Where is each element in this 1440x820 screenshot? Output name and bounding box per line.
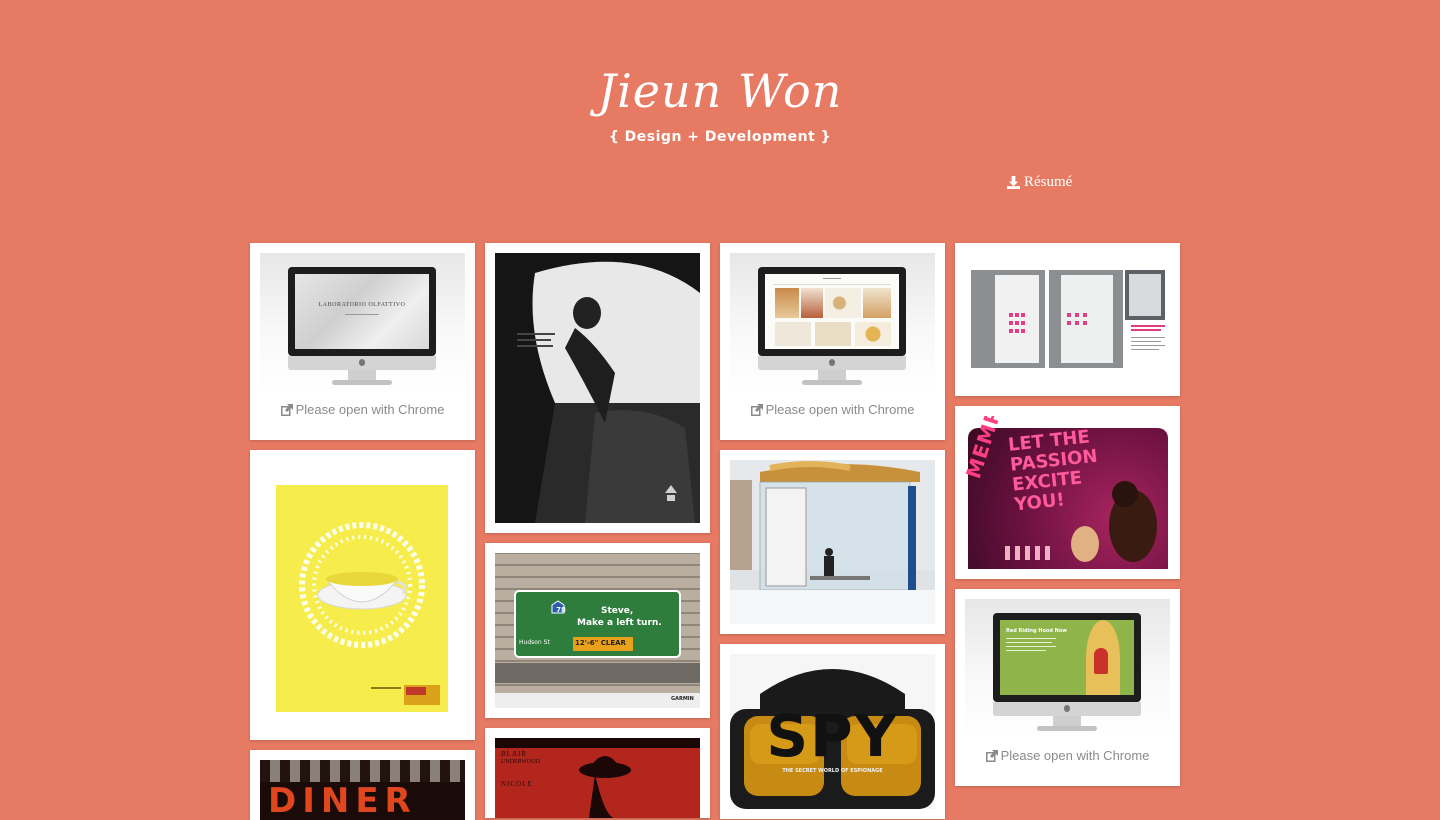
site-subtitle: { Design + Development } <box>608 129 832 145</box>
portfolio-card-red-riding-hood[interactable]: Red Riding Hood Now Please open with Chr… <box>955 589 1180 786</box>
imac-mockup-image: Red Riding Hood Now <box>965 599 1170 739</box>
tea-cup-poster-image <box>276 485 448 712</box>
screen-title-text: LABORATORIO OLFATTIVO <box>318 302 406 308</box>
sign-line-2: Make a left turn. <box>577 618 662 628</box>
spy-headline: SPY <box>766 702 899 770</box>
portfolio-card-blair-underwood[interactable]: BLAIR UNDERWOOD NICOLE <box>485 728 710 818</box>
portfolio-card-editorial[interactable] <box>955 243 1180 396</box>
street-text: Hudson St <box>519 639 550 646</box>
diner-headline: DINER <box>268 781 417 820</box>
chrome-note[interactable]: Please open with Chrome <box>955 748 1180 763</box>
poster-line-1: BLAIR <box>501 750 527 758</box>
screen-title-text: Red Riding Hood Now <box>1006 628 1067 634</box>
portfolio-card-garmin[interactable]: 78 Steve, Make a left turn. 12'-6" CLEAR… <box>485 543 710 718</box>
diner-poster-image: DINER <box>260 760 465 820</box>
resume-label: Résumé <box>1024 174 1073 190</box>
site-title: Jieun Won <box>597 64 843 118</box>
chrome-note[interactable]: Please open with Chrome <box>250 402 475 417</box>
chrome-note-label: Please open with Chrome <box>295 402 445 417</box>
garmin-billboard-image: 78 Steve, Make a left turn. 12'-6" CLEAR… <box>495 553 700 708</box>
site-header: Jieun Won { Design + Development } Résum… <box>0 0 1440 240</box>
chrome-note[interactable]: Please open with Chrome <box>720 402 945 417</box>
sign-line-1: Steve, <box>601 606 634 616</box>
memphis-ad-image: MEMPHIS LET THE PASSION EXCITE YOU! <box>965 416 1170 569</box>
portfolio-card-diner[interactable]: DINER <box>250 750 475 820</box>
external-link-icon <box>280 403 293 416</box>
download-icon <box>1007 176 1020 189</box>
garmin-logo: GARMIN <box>671 696 694 702</box>
resume-link[interactable]: Résumé <box>1007 174 1072 191</box>
external-link-icon <box>750 403 763 416</box>
external-link-icon <box>985 749 998 762</box>
portfolio-card-laboratorio[interactable]: LABORATORIO OLFATTIVO Please open with C… <box>250 243 475 440</box>
poster-line-3: NICOLE <box>501 780 533 788</box>
imac-mockup-image <box>730 253 935 393</box>
poster-line-2: UNDERWOOD <box>501 759 540 765</box>
bus-shelter-image <box>730 460 935 624</box>
spy-tagline: THE SECRET WORLD OF ESPIONAGE <box>782 768 883 774</box>
route-number: 78 <box>556 606 566 614</box>
portfolio-card-tea-cup[interactable] <box>250 450 475 740</box>
clearance-text: 12'-6" CLEAR <box>575 639 626 647</box>
camellia-car-ad-image <box>495 253 700 523</box>
theater-poster-image: BLAIR UNDERWOOD NICOLE <box>495 738 700 818</box>
editorial-book-image <box>965 253 1170 386</box>
portfolio-card-bus-shelter[interactable] <box>720 450 945 634</box>
portfolio-card-camellia[interactable] <box>485 243 710 533</box>
portfolio-card-spy[interactable]: SPY THE SECRET WORLD OF ESPIONAGE <box>720 644 945 819</box>
portfolio-card-restaurant[interactable]: Please open with Chrome <box>720 243 945 440</box>
portfolio-card-memphis[interactable]: MEMPHIS LET THE PASSION EXCITE YOU! <box>955 406 1180 579</box>
memphis-tagline: LET THE PASSION EXCITE YOU! <box>1007 426 1099 516</box>
imac-mockup-image: LABORATORIO OLFATTIVO <box>260 253 465 393</box>
chrome-note-label: Please open with Chrome <box>1000 748 1150 763</box>
chrome-note-label: Please open with Chrome <box>765 402 915 417</box>
spy-ad-image: SPY THE SECRET WORLD OF ESPIONAGE <box>730 654 935 809</box>
